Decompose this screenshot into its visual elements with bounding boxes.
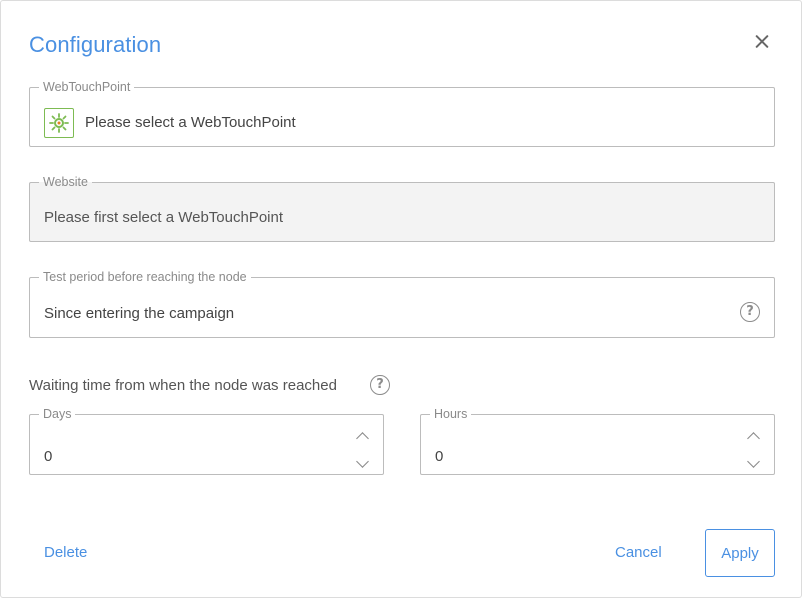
days-label: Days: [43, 407, 72, 421]
chevron-down-icon[interactable]: [746, 458, 762, 470]
webtouchpoint-value: Please select a WebTouchPoint: [85, 114, 296, 131]
chevron-up-icon[interactable]: [355, 430, 371, 442]
delete-button[interactable]: Delete: [44, 544, 87, 561]
days-stepper[interactable]: Days 0: [29, 408, 384, 475]
help-icon[interactable]: ?: [740, 302, 760, 322]
chevron-down-icon[interactable]: [355, 458, 371, 470]
test-period-select[interactable]: Test period before reaching the node Sin…: [29, 271, 775, 338]
website-label: Website: [43, 175, 88, 189]
website-select: Website Please first select a WebTouchPo…: [29, 176, 775, 242]
apply-button[interactable]: Apply: [705, 529, 775, 577]
webtouchpoint-icon: [44, 108, 74, 138]
configuration-dialog: Configuration WebTouchPoint Please selec…: [0, 0, 802, 598]
test-period-label: Test period before reaching the node: [43, 270, 247, 284]
webtouchpoint-label: WebTouchPoint: [43, 80, 131, 94]
hours-input[interactable]: 0: [435, 448, 443, 465]
close-icon[interactable]: [751, 31, 773, 53]
website-value: Please first select a WebTouchPoint: [44, 209, 284, 226]
hours-stepper[interactable]: Hours 0: [420, 408, 775, 475]
help-icon[interactable]: ?: [370, 375, 390, 395]
test-period-value: Since entering the campaign: [44, 305, 235, 322]
dialog-title: Configuration: [29, 32, 162, 57]
waiting-time-label: Waiting time from when the node was reac…: [29, 377, 337, 394]
webtouchpoint-select[interactable]: WebTouchPoint Please select a WebTouchPo…: [29, 81, 775, 147]
chevron-up-icon[interactable]: [746, 430, 762, 442]
hours-label: Hours: [434, 407, 468, 421]
cancel-button[interactable]: Cancel: [615, 544, 662, 561]
days-input[interactable]: 0: [44, 448, 52, 465]
